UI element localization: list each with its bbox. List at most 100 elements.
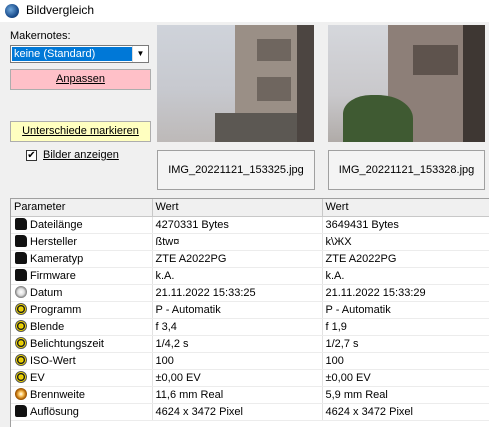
- value-cell-1: ZTE A2022PG: [152, 250, 323, 268]
- makernotes-label: Makernotes:: [10, 30, 71, 42]
- table-row[interactable]: Programm P - Automatik P - Automatik: [11, 301, 489, 319]
- camera-icon: [15, 252, 27, 264]
- gear-icon: [15, 371, 27, 383]
- value-cell-1: 4624 x 3472 Pixel: [152, 403, 323, 421]
- table-row[interactable]: Brennweite 11,6 mm Real 5,9 mm Real: [11, 386, 489, 404]
- unterschiede-markieren-button[interactable]: Unterschiede markieren: [10, 121, 151, 142]
- value-cell-2: P - Automatik: [322, 301, 489, 319]
- parameter-name: EV: [30, 372, 45, 384]
- column-header-parameter[interactable]: Parameter: [11, 199, 153, 217]
- window-shape: [413, 45, 458, 75]
- value-cell-1: f 3,4: [152, 318, 323, 336]
- chevron-down-icon[interactable]: ▼: [132, 46, 148, 62]
- table-row[interactable]: Hersteller ßtw¤ k\ЖX: [11, 233, 489, 251]
- table-header-row: Parameter Wert Wert: [11, 199, 489, 217]
- anpassen-button[interactable]: Anpassen: [10, 69, 151, 90]
- parameter-cell: Hersteller: [11, 233, 153, 251]
- value-cell-2: 5,9 mm Real: [322, 386, 489, 404]
- gear-icon: [15, 320, 27, 332]
- value-cell-1: P - Automatik: [152, 301, 323, 319]
- value-cell-2: ±0,00 EV: [322, 369, 489, 387]
- comparison-table: Parameter Wert Wert Dateilänge 4270331 By…: [10, 198, 489, 427]
- value-cell-2: 3649431 Bytes: [322, 216, 489, 234]
- value-cell-1: 4270331 Bytes: [152, 216, 323, 234]
- parameter-name: Kameratyp: [30, 253, 84, 265]
- title-bar: Bildvergleich: [0, 0, 489, 22]
- lens-icon: [15, 388, 27, 400]
- parameter-cell: Firmware: [11, 267, 153, 285]
- camera-icon: [15, 269, 27, 281]
- value-cell-1: k.A.: [152, 267, 323, 285]
- table-row[interactable]: Dateilänge 4270331 Bytes 3649431 Bytes: [11, 216, 489, 234]
- window-shape: [257, 39, 291, 61]
- table-row[interactable]: Belichtungszeit 1/4,2 s 1/2,7 s: [11, 335, 489, 353]
- image-preview-1: [157, 25, 314, 142]
- value-cell-1: 21.11.2022 15:33:25: [152, 284, 323, 302]
- value-cell-1: ±0,00 EV: [152, 369, 323, 387]
- bilder-anzeigen-checkbox[interactable]: ✔: [26, 150, 37, 161]
- parameter-name: Datum: [30, 287, 63, 299]
- parameter-cell: Brennweite: [11, 386, 153, 404]
- value-cell-2: k\ЖX: [322, 233, 489, 251]
- camera-icon: [15, 405, 27, 417]
- camera-icon: [15, 235, 27, 247]
- makernotes-selected-value: keine (Standard): [12, 47, 133, 61]
- parameter-name: Dateilänge: [30, 219, 83, 231]
- parameter-cell: Belichtungszeit: [11, 335, 153, 353]
- image-preview-2: [328, 25, 485, 142]
- value-cell-2: 100: [322, 352, 489, 370]
- table-row[interactable]: Datum 21.11.2022 15:33:25 21.11.2022 15:33…: [11, 284, 489, 302]
- bilder-anzeigen-label: Bilder anzeigen: [43, 149, 119, 161]
- parameter-cell: Dateilänge: [11, 216, 153, 234]
- parameter-name: Programm: [30, 304, 82, 316]
- parameter-name: Firmware: [30, 270, 76, 282]
- window-title: Bildvergleich: [26, 3, 95, 17]
- gear-icon: [15, 354, 27, 366]
- value-cell-1: 100: [152, 352, 323, 370]
- image-2-filename-button[interactable]: IMG_20221121_153328.jpg: [328, 150, 485, 190]
- parameter-cell: Datum: [11, 284, 153, 302]
- parameter-name: Auflösung: [30, 406, 79, 418]
- table-row[interactable]: Blende f 3,4 f 1,9: [11, 318, 489, 336]
- clock-icon: [15, 286, 27, 298]
- table-row[interactable]: Kameratyp ZTE A2022PG ZTE A2022PG: [11, 250, 489, 268]
- parameter-name: Belichtungszeit: [30, 338, 104, 350]
- column-header-wert-2[interactable]: Wert: [322, 199, 489, 217]
- parameter-cell: Kameratyp: [11, 250, 153, 268]
- parameter-cell: Auflösung: [11, 403, 153, 421]
- value-cell-1: 11,6 mm Real: [152, 386, 323, 404]
- value-cell-2: f 1,9: [322, 318, 489, 336]
- parameter-cell: Blende: [11, 318, 153, 336]
- table-row[interactable]: Auflösung 4624 x 3472 Pixel 4624 x 3472 Pi…: [11, 403, 489, 421]
- parameter-name: Blende: [30, 321, 65, 333]
- unterschiede-label: Unterschiede markieren: [22, 125, 139, 137]
- parameter-cell: ISO-Wert: [11, 352, 153, 370]
- table-row[interactable]: Firmware k.A. k.A.: [11, 267, 489, 285]
- parameter-name: Hersteller: [30, 236, 78, 248]
- app-icon: [5, 4, 19, 18]
- wall-shape: [297, 25, 314, 142]
- value-cell-2: 21.11.2022 15:33:29: [322, 284, 489, 302]
- column-header-wert-1[interactable]: Wert: [152, 199, 323, 217]
- wall-shape: [463, 25, 485, 142]
- table-row[interactable]: ISO-Wert 100 100: [11, 352, 489, 370]
- table-row[interactable]: EV ±0,00 EV ±0,00 EV: [11, 369, 489, 387]
- camera-icon: [15, 218, 27, 230]
- value-cell-2: k.A.: [322, 267, 489, 285]
- tree-shape: [343, 95, 413, 142]
- value-cell-2: ZTE A2022PG: [322, 250, 489, 268]
- parameter-name: Brennweite: [30, 389, 86, 401]
- value-cell-2: 1/2,7 s: [322, 335, 489, 353]
- gear-icon: [15, 337, 27, 349]
- window-shape: [257, 77, 291, 101]
- value-cell-2: 4624 x 3472 Pixel: [322, 403, 489, 421]
- anpassen-label: Anpassen: [56, 73, 105, 85]
- makernotes-select[interactable]: keine (Standard) ▼: [10, 45, 149, 63]
- value-cell-1: 1/4,2 s: [152, 335, 323, 353]
- parameter-name: ISO-Wert: [30, 355, 76, 367]
- parameter-cell: EV: [11, 369, 153, 387]
- image-1-filename-button[interactable]: IMG_20221121_153325.jpg: [157, 150, 315, 190]
- gear-icon: [15, 303, 27, 315]
- parameter-cell: Programm: [11, 301, 153, 319]
- value-cell-1: ßtw¤: [152, 233, 323, 251]
